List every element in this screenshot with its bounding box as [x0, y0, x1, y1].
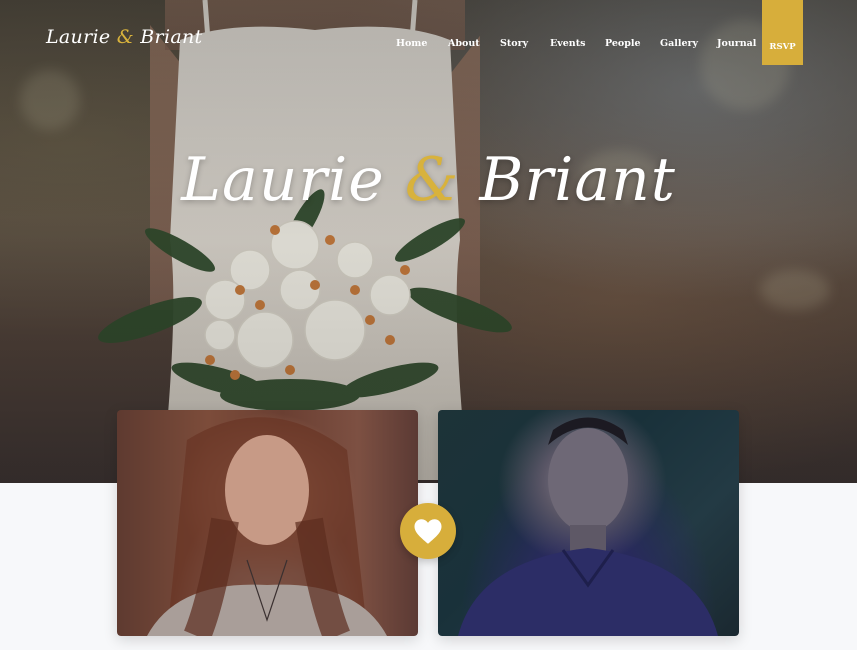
heart-icon: [414, 518, 442, 544]
nav-item-about[interactable]: About: [448, 38, 480, 49]
nav-item-journal[interactable]: Journal: [717, 38, 756, 49]
hero-title-left-name: Laurie: [181, 145, 385, 215]
groom-portrait-figure: [458, 417, 718, 636]
bride-portrait-image: [117, 410, 418, 636]
nav-item-story[interactable]: Story: [500, 38, 528, 49]
hero-couple-title: Laurie & Briant: [0, 145, 857, 215]
groom-portrait-image: [438, 410, 739, 636]
nav-item-home[interactable]: Home: [396, 38, 427, 49]
hero-title-ampersand: &: [404, 145, 460, 215]
rsvp-button[interactable]: RSVP: [762, 0, 803, 65]
main-navigation: Home About Story Events People Gallery J…: [0, 38, 857, 52]
heart-badge: [400, 503, 456, 559]
hero-title-right-name: Briant: [479, 145, 676, 215]
nav-item-events[interactable]: Events: [550, 38, 585, 49]
nav-item-gallery[interactable]: Gallery: [660, 38, 698, 49]
bride-portrait-figure: [147, 417, 387, 636]
wedding-home-page: Laurie & Briant Laurie & Briant Home Abo…: [0, 0, 857, 650]
nav-item-people[interactable]: People: [605, 38, 641, 49]
site-header: Laurie & Briant Home About Story Events …: [0, 0, 857, 90]
